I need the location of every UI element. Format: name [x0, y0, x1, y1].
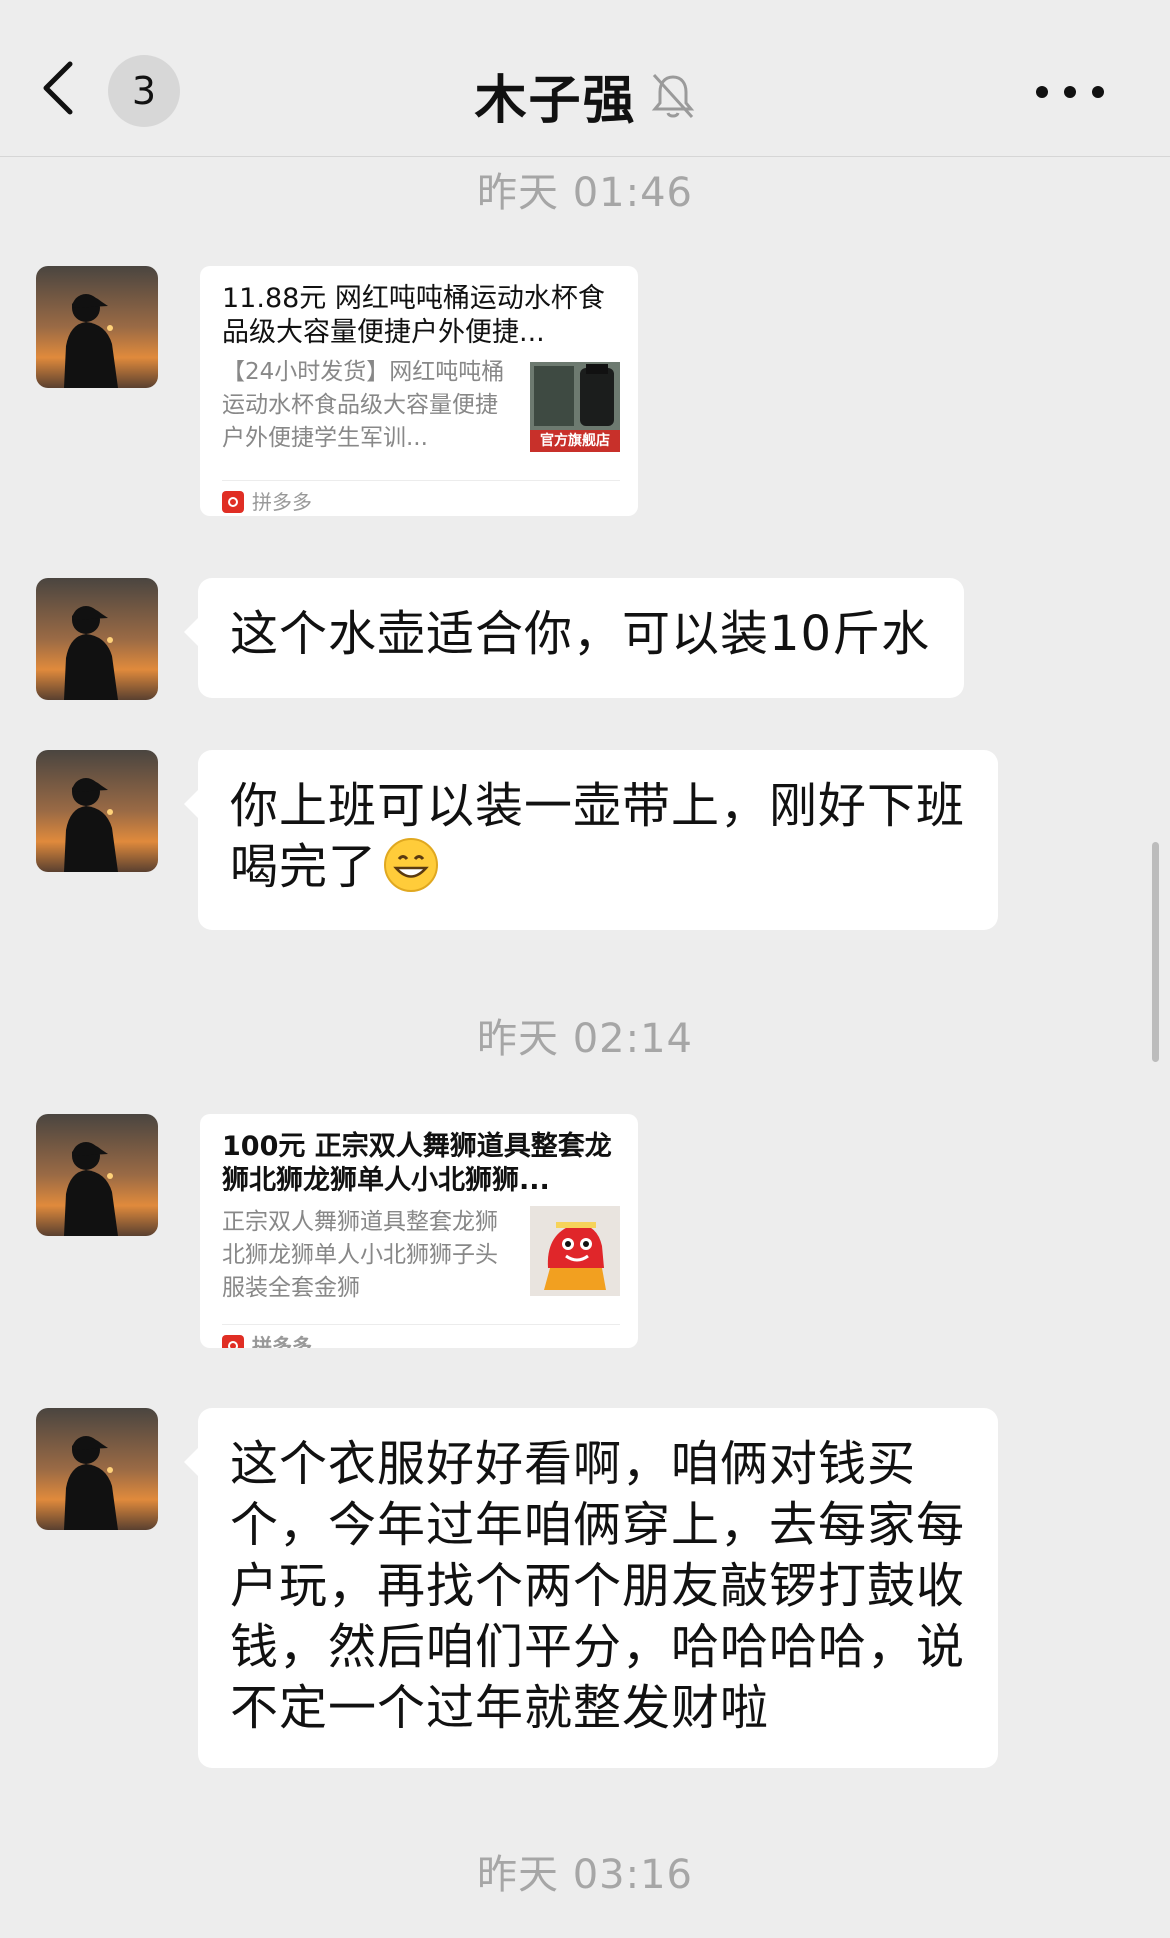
chat-header: 3 木子强 [0, 0, 1170, 157]
pinduoduo-icon [222, 1335, 244, 1348]
timestamp: 昨天 03:16 [477, 1852, 693, 1898]
card-divider [222, 480, 620, 481]
source-label: 拼多多 [252, 1334, 312, 1348]
contact-avatar[interactable] [36, 750, 158, 872]
bell-off-icon [651, 73, 694, 118]
product-thumbnail [530, 1206, 620, 1296]
message-text: 这个水壶适合你，可以装10斤水 [230, 606, 931, 662]
message-text: 这个衣服好好看啊，咱俩对钱买个，今年过年咱俩穿上，去每家每户玩，再找个两个朋友敲… [230, 1436, 966, 1736]
message-bubble[interactable]: 这个衣服好好看啊，咱俩对钱买个，今年过年咱俩穿上，去每家每户玩，再找个两个朋友敲… [184, 1408, 998, 1768]
contact-avatar[interactable] [36, 1114, 158, 1236]
product-card[interactable]: 100元 正宗双人舞狮道具整套龙狮北狮龙狮单人小北狮狮... 正宗双人舞狮道具整… [200, 1114, 638, 1348]
avatar-image [36, 750, 158, 872]
card-title: 100元 正宗双人舞狮道具整套龙狮北狮龙狮单人小北狮狮... [222, 1131, 612, 1196]
pinduoduo-icon [222, 491, 244, 513]
card-source: 拼多多 [222, 486, 312, 515]
title-wrap: 木子强 [0, 58, 1170, 133]
avatar-image [36, 578, 158, 700]
more-icon [1036, 86, 1104, 98]
message-text: 你上班可以装一壶带上，刚好下班喝完了 [230, 778, 966, 895]
source-label: 拼多多 [252, 490, 312, 514]
product-thumbnail: 官方旗舰店 [530, 362, 620, 452]
avatar-image [36, 1114, 158, 1236]
card-divider [222, 1324, 620, 1325]
card-source: 拼多多 [222, 1330, 312, 1348]
card-description: 正宗双人舞狮道具整套龙狮北狮龙狮单人小北狮狮子头服装全套金狮 [222, 1209, 498, 1301]
contact-avatar[interactable] [36, 266, 158, 388]
scrollbar[interactable] [1152, 842, 1159, 1062]
timestamp: 昨天 02:14 [477, 1016, 693, 1062]
card-description: 【24小时发货】网红吨吨桶运动水杯食品级大容量便捷户外便捷学生军训... [222, 359, 505, 451]
contact-avatar[interactable] [36, 578, 158, 700]
grinning-face-icon [384, 838, 439, 892]
thumb-badge: 官方旗舰店 [540, 433, 610, 449]
avatar-image [36, 1408, 158, 1530]
card-title: 11.88元 网红吨吨桶运动水杯食品级大容量便捷户外便捷... [222, 283, 605, 348]
avatar-image [36, 266, 158, 388]
product-card[interactable]: 11.88元 网红吨吨桶运动水杯食品级大容量便捷户外便捷... 【24小时发货】… [200, 266, 638, 516]
contact-avatar[interactable] [36, 1408, 158, 1530]
message-bubble[interactable]: 你上班可以装一壶带上，刚好下班喝完了 [184, 750, 998, 930]
chat-title[interactable]: 木子强 [474, 71, 636, 131]
timestamp: 昨天 01:46 [477, 170, 693, 216]
message-bubble[interactable]: 这个水壶适合你，可以装10斤水 [184, 578, 964, 698]
more-button[interactable] [1020, 68, 1120, 116]
